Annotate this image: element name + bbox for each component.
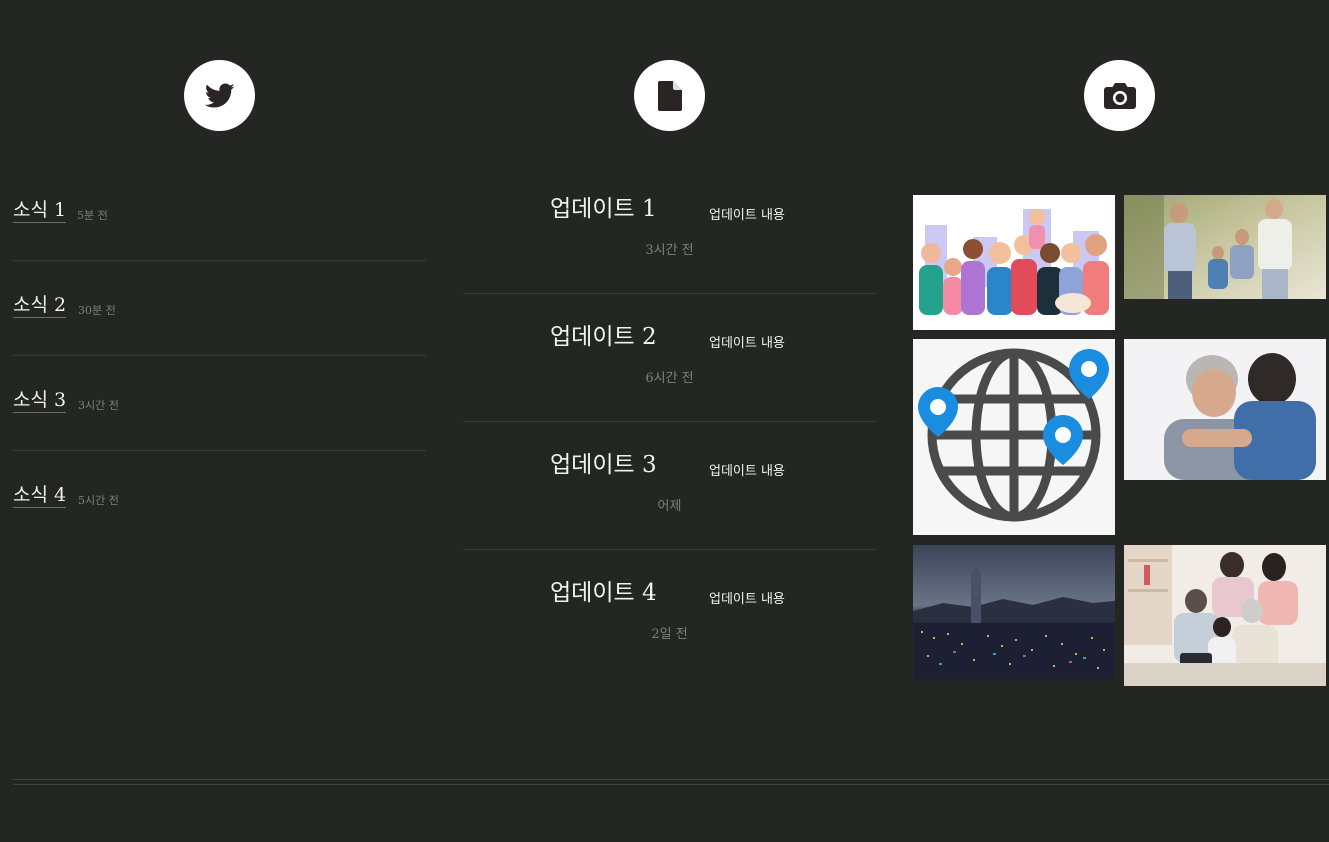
update-time: 어제 [657,499,682,514]
update-title[interactable]: 업데이트 2 [550,322,657,352]
update-time: 3시간 전 [645,243,694,258]
update-item[interactable]: 업데이트 2 업데이트 내용 6시간 전 [463,294,876,422]
news-item[interactable]: 소식 3 3시간 전 [13,356,426,451]
news-title[interactable]: 소식 2 [13,293,67,318]
news-title[interactable]: 소식 4 [13,483,67,508]
city-night-skyline-photo[interactable] [913,545,1115,679]
update-title[interactable]: 업데이트 3 [550,450,657,480]
update-content[interactable]: 업데이트 내용 [709,460,785,479]
update-time: 6시간 전 [645,371,694,386]
update-time: 2일 전 [651,627,688,642]
camera-icon [1103,82,1136,109]
family-tablet-photo[interactable] [1124,545,1326,686]
camera-button[interactable] [1084,60,1155,131]
news-title[interactable]: 소식 1 [13,198,67,223]
twitter-button[interactable] [184,60,255,131]
news-time: 5시간 전 [78,494,119,507]
document-button[interactable] [634,60,705,131]
news-item[interactable]: 소식 2 30분 전 [13,261,426,356]
news-item[interactable]: 소식 1 5분 전 [13,166,426,261]
document-icon [657,80,682,111]
elderly-hug-photo[interactable] [1124,339,1326,480]
news-time: 5분 전 [77,209,108,222]
news-title[interactable]: 소식 3 [13,388,67,413]
news-list: 소식 1 5분 전 소식 2 30분 전 소식 3 3시간 전 소식 4 5시간… [13,166,426,545]
update-item[interactable]: 업데이트 1 업데이트 내용 3시간 전 [463,166,876,294]
updates-list: 업데이트 1 업데이트 내용 3시간 전 업데이트 2 업데이트 내용 6시간 … [463,166,876,677]
update-title[interactable]: 업데이트 1 [550,194,657,224]
footer-divider [13,779,1329,780]
family-illustration-image[interactable] [913,195,1115,330]
update-content[interactable]: 업데이트 내용 [709,332,785,351]
globe-location-icon-image[interactable] [913,339,1115,535]
update-content[interactable]: 업데이트 내용 [709,204,785,223]
update-title[interactable]: 업데이트 4 [550,578,657,608]
twitter-icon [204,83,234,107]
news-time: 30분 전 [78,304,116,317]
update-item[interactable]: 업데이트 3 업데이트 내용 어제 [463,422,876,550]
news-item[interactable]: 소식 4 5시간 전 [13,451,426,545]
family-walking-photo[interactable] [1124,195,1326,299]
update-content[interactable]: 업데이트 내용 [709,588,785,607]
news-time: 3시간 전 [78,399,119,412]
footer-divider [13,784,1329,785]
update-item[interactable]: 업데이트 4 업데이트 내용 2일 전 [463,550,876,677]
